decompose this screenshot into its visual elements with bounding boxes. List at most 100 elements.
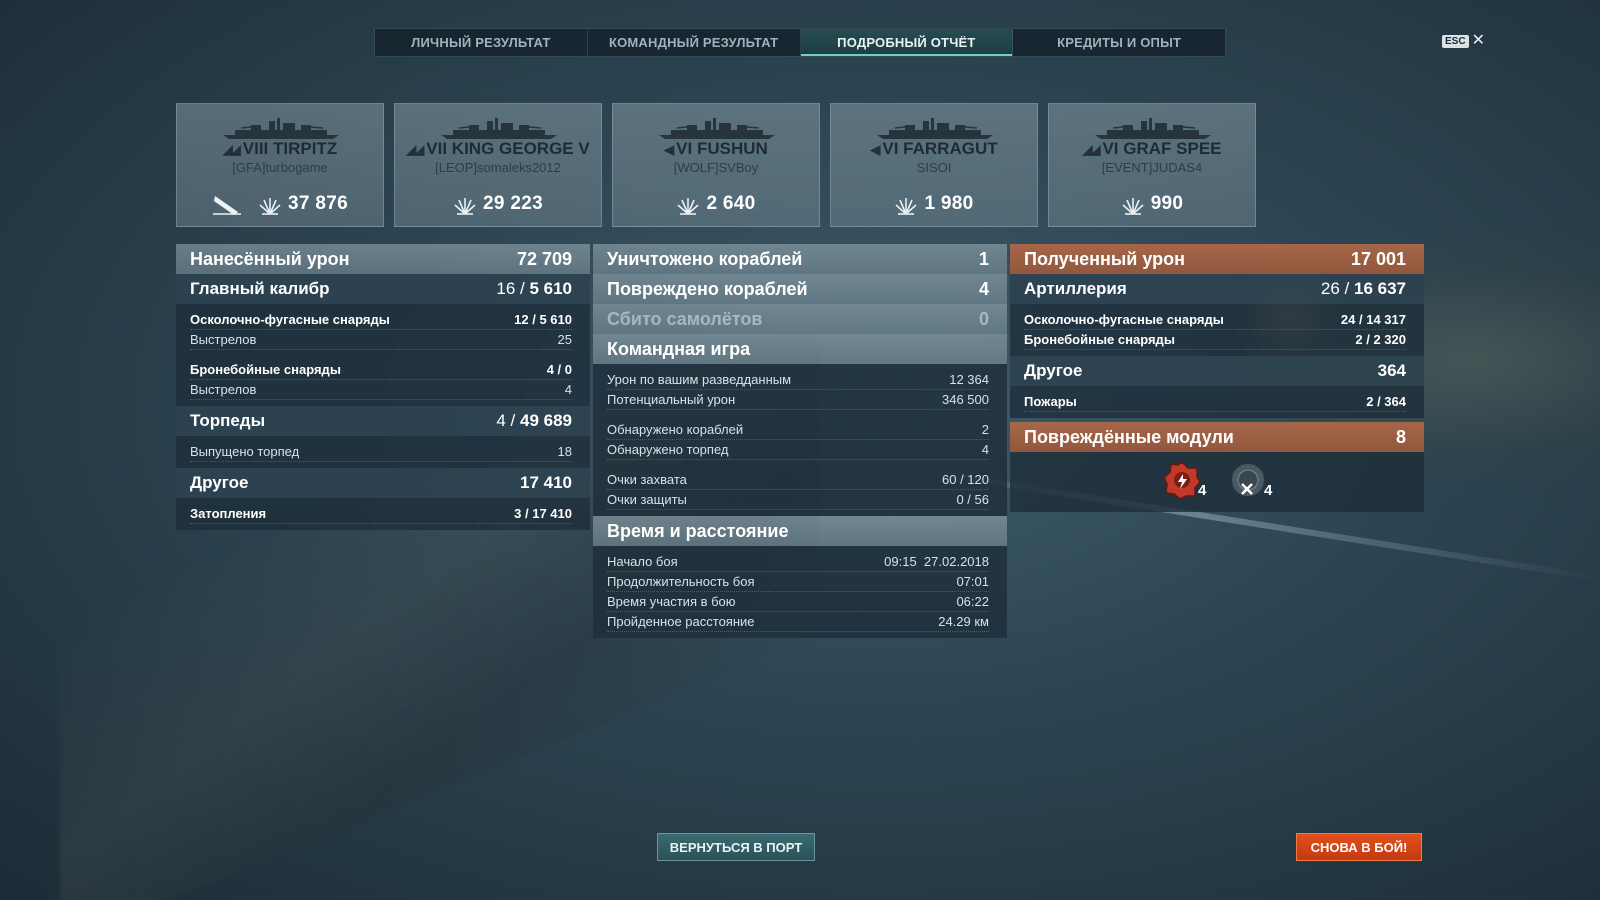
participation-time-label: Время участия в бою (607, 594, 736, 609)
ships-spotted-row: Обнаружено кораблей 2 (607, 420, 989, 440)
player-name: [GFA]turbogame (232, 160, 328, 175)
flooding-label: Затопления (190, 506, 267, 521)
he-shells-value: 12 / 5 610 (514, 312, 572, 327)
tab-credits-xp[interactable]: КРЕДИТЫ И ОПЫТ (1013, 29, 1225, 56)
damage-burst-icon (676, 192, 700, 216)
ship-tier: VII (426, 139, 448, 158)
torpedoes-launched-label: Выпущено торпед (190, 444, 300, 459)
torpedoes-launched-value: 18 (557, 444, 572, 459)
torpedoes-value: 4 / 49 689 (496, 411, 572, 430)
battle-start-row: Начало боя 09:15 27.02.2018 (607, 552, 989, 572)
received-other-label: Другое (1024, 361, 1083, 380)
close-button[interactable]: ESC ✕ (1442, 33, 1485, 49)
ship-card: ◀ VI FARRAGUT SISOI 1 980 (830, 103, 1038, 227)
ship-silhouette-icon (657, 117, 777, 139)
results-tabs: ЛИЧНЫЙ РЕЗУЛЬТАТ КОМАНДНЫЙ РЕЗУЛЬТАТ ПОД… (374, 28, 1226, 57)
received-he-label: Осколочно-фугасные снаряды (1024, 312, 1224, 327)
main-battery-label: Главный калибр (190, 279, 330, 298)
esc-key-hint: ESC (1442, 34, 1469, 48)
battleship-icon: ◢◢ (222, 142, 241, 157)
ship-name: ◢◢ VIII TIRPITZ (177, 139, 383, 159)
return-to-port-button[interactable]: ВЕРНУТЬСЯ В ПОРТ (657, 833, 815, 861)
damage-burst-icon (258, 192, 282, 216)
ap-shots-label: Выстрелов (190, 382, 257, 397)
torpedoes-label: Торпеды (190, 411, 266, 430)
damage-burst-icon (1121, 192, 1145, 216)
module-destroyed: 4 (1228, 460, 1272, 504)
other-damage-value: 17 410 (520, 473, 572, 492)
damaged-modules-value: 8 (1395, 426, 1406, 447)
torpedoes-launched-row: Выпущено торпед 18 (190, 442, 572, 462)
other-damage-label: Другое (190, 473, 249, 492)
ship-title: GRAF SPEE (1123, 139, 1222, 158)
damage-received-label: Полученный урон (1024, 248, 1185, 269)
ships-damaged-value: 4 (978, 278, 989, 299)
ship-card: ◢◢ VI GRAF SPEE [EVENT]JUDAS4 990 (1048, 103, 1256, 227)
module-damaged: 4 (1162, 460, 1206, 504)
time-distance-header: Время и расстояние (593, 516, 1007, 546)
ship-name: ◢◢ VI GRAF SPEE (1049, 139, 1255, 159)
tab-team-result[interactable]: КОМАНДНЫЙ РЕЗУЛЬТАТ (588, 29, 801, 56)
module-destroyed-icon (1230, 462, 1266, 498)
torpedoes-details: Выпущено торпед 18 (176, 436, 590, 468)
ship-card: ◢◢ VIII TIRPITZ [GFA]turbogame 37 876 (176, 103, 384, 227)
ship-damage-row: 1 980 (831, 192, 1037, 216)
ship-damage-value: 29 223 (483, 193, 543, 214)
received-he-row: Осколочно-фугасные снаряды 24 / 14 317 (1024, 310, 1406, 330)
ship-title: FUSHUN (696, 139, 768, 158)
ships-destroyed-label: Уничтожено кораблей (607, 248, 803, 269)
flooding-row: Затопления 3 / 17 410 (190, 504, 572, 524)
tab-detailed-report[interactable]: ПОДРОБНЫЙ ОТЧЁТ (800, 29, 1014, 56)
torpedoes-spotted-row: Обнаружено торпед 4 (607, 440, 989, 460)
player-name: [EVENT]JUDAS4 (1101, 160, 1203, 175)
battle-again-button[interactable]: СНОВА В БОЙ! (1296, 833, 1422, 861)
ship-title: KING GEORGE V (451, 139, 590, 158)
ap-shells-row: Бронебойные снаряды 4 / 0 (190, 360, 572, 380)
defense-points-row: Очки защиты 0 / 56 (607, 490, 989, 510)
he-shots-value: 25 (557, 332, 572, 347)
participation-time-value: 06:22 (956, 594, 989, 609)
he-shots-row: Выстрелов 25 (190, 330, 572, 350)
planes-shot-down-label: Сбито самолётов (607, 308, 763, 329)
defense-points-label: Очки защиты (607, 492, 687, 507)
received-he-value: 24 / 14 317 (1340, 312, 1406, 327)
ship-damage-value: 1 980 (924, 193, 974, 214)
capture-points-row: Очки захвата 60 / 120 (607, 470, 989, 490)
ships-destroyed-row: Уничтожено кораблей 1 (593, 244, 1007, 274)
ship-sunk-icon (212, 192, 242, 216)
team-play-details: Урон по вашим разведданным 12 364 Потенц… (593, 364, 1007, 516)
time-distance-label: Время и расстояние (607, 520, 789, 541)
destroyer-icon: ◀ (870, 142, 880, 157)
team-play-label: Командная игра (607, 338, 751, 359)
ship-tier: VI (676, 139, 693, 158)
main-battery-value: 16 / 5 610 (496, 279, 572, 298)
artillery-details: Осколочно-фугасные снаряды 24 / 14 317 Б… (1010, 304, 1424, 356)
spotting-damage-label: Урон по вашим разведданным (607, 372, 792, 387)
damaged-modules-list: 4 4 (1010, 452, 1424, 512)
received-ap-row: Бронебойные снаряды 2 / 2 320 (1024, 330, 1406, 350)
battle-duration-value: 07:01 (956, 574, 989, 589)
ap-shells-value: 4 / 0 (546, 362, 572, 377)
damaged-modules-label: Повреждённые модули (1024, 426, 1234, 447)
ship-card: ◢◢ VII KING GEORGE V [LEOP]somaleks2012 29 … (394, 103, 602, 227)
main-battery-details: Осколочно-фугасные снаряды 12 / 5 610 Вы… (176, 304, 590, 406)
ap-shots-row: Выстрелов 4 (190, 380, 572, 400)
damage-dealt-panel: Нанесённый урон 72 709 Главный калибр 16… (176, 244, 590, 530)
battleship-icon: ◢◢ (406, 142, 424, 157)
close-icon[interactable]: ✕ (1472, 33, 1485, 49)
tab-personal-result[interactable]: ЛИЧНЫЙ РЕЗУЛЬТАТ (375, 29, 588, 56)
ship-name: ◀ VI FARRAGUT (831, 139, 1037, 159)
damage-dealt-value: 72 709 (516, 248, 572, 269)
damage-dealt-header: Нанесённый урон 72 709 (176, 244, 590, 274)
defense-points-value: 0 / 56 (956, 492, 989, 507)
ship-silhouette-icon (1093, 117, 1213, 139)
battle-start-label: Начало боя (607, 554, 678, 569)
fires-row: Пожары 2 / 364 (1024, 392, 1406, 412)
player-name: SISOI (916, 160, 952, 175)
damaged-ships-list: ◢◢ VIII TIRPITZ [GFA]turbogame 37 876 ◢◢ VII … (176, 103, 1256, 227)
module-damaged-count: 4 (1198, 482, 1207, 499)
ship-silhouette-icon (439, 117, 559, 139)
ship-card: ◀ VI FUSHUN [WOLF]SVBoy 2 640 (612, 103, 820, 227)
spotting-damage-value: 12 364 (949, 372, 989, 387)
destroyer-icon: ◀ (664, 142, 674, 157)
